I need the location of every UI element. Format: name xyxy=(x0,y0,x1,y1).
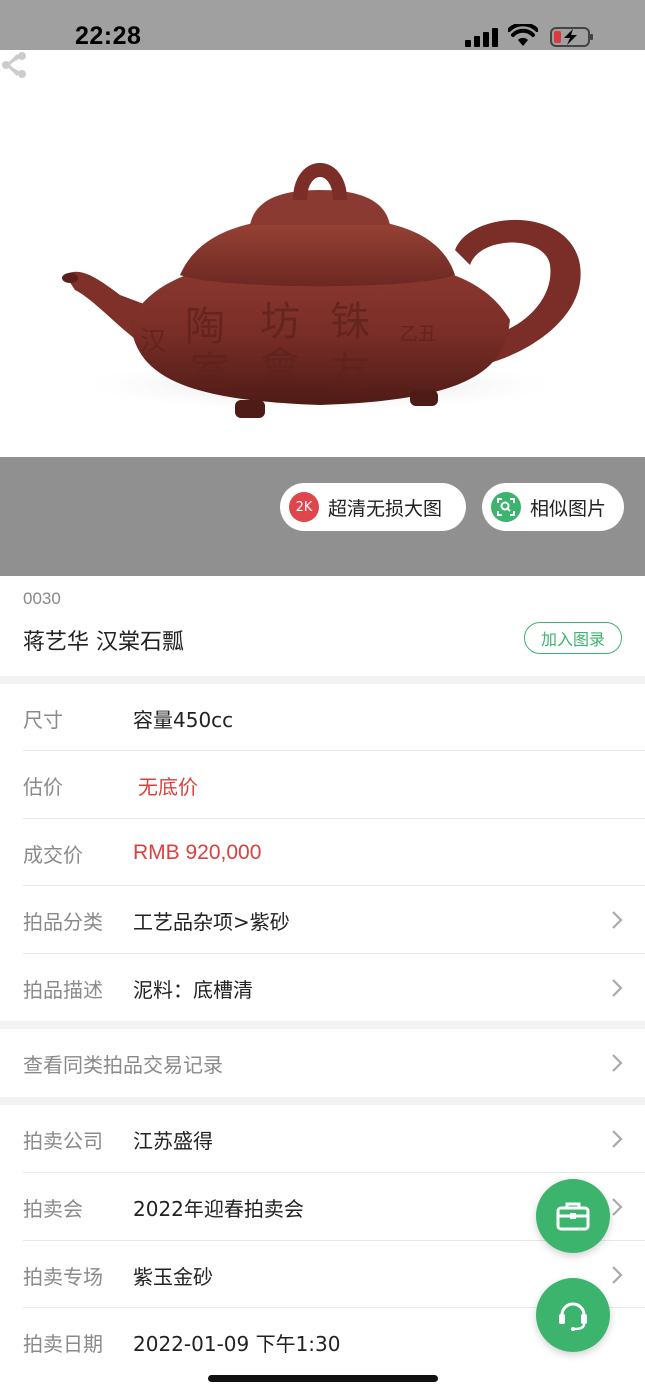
lot-number: 0030 xyxy=(23,589,61,608)
detail-row-category[interactable]: 拍品分类 工艺品杂项>紫砂 xyxy=(0,886,645,954)
auction-company-row[interactable]: 拍卖公司 江苏盛得 xyxy=(0,1105,645,1173)
cellular-signal-icon xyxy=(465,27,499,47)
chevron-right-icon xyxy=(612,1054,623,1072)
detail-row-estimate: 估价 无底价 xyxy=(0,751,645,819)
category-value: 工艺品杂项>紫砂 xyxy=(133,909,290,934)
section-divider xyxy=(0,1097,645,1105)
add-to-catalog-button[interactable]: 加入图录 xyxy=(524,622,622,654)
estimate-value: 无底价 xyxy=(138,774,198,799)
image-search-icon xyxy=(491,492,521,522)
similar-images-button[interactable]: 相似图片 xyxy=(482,483,624,531)
chevron-right-icon xyxy=(612,1266,623,1284)
hd-image-label: 超清无损大图 xyxy=(328,497,443,520)
similar-images-label: 相似图片 xyxy=(530,497,607,520)
category-label: 拍品分类 xyxy=(23,909,103,934)
svg-text:铢: 铢 xyxy=(330,299,370,345)
status-bar: 22:28 xyxy=(0,0,645,50)
customer-service-fab-button[interactable] xyxy=(536,1278,610,1352)
size-value: 容量450cc xyxy=(133,707,234,732)
home-indicator[interactable] xyxy=(208,1375,438,1382)
auction-session-label: 拍卖会 xyxy=(23,1196,83,1221)
hammer-price-value: RMB 920,000 xyxy=(133,841,262,864)
svg-text:室: 室 xyxy=(190,349,230,395)
svg-text:乙丑: 乙丑 xyxy=(400,324,436,345)
description-label: 拍品描述 xyxy=(23,977,103,1002)
auction-company-label: 拍卖公司 xyxy=(23,1128,103,1153)
auction-date-value: 2022-01-09 下午1:30 xyxy=(133,1331,341,1356)
lot-title: 蒋艺华 汉棠石瓢 xyxy=(23,630,184,655)
auction-company-value: 江苏盛得 xyxy=(133,1128,213,1153)
detail-row-description[interactable]: 拍品描述 泥料：底槽清 xyxy=(0,954,645,1022)
svg-text:會: 會 xyxy=(260,344,300,390)
headset-icon xyxy=(559,1302,587,1331)
auction-session-value: 2022年迎春拍卖会 xyxy=(133,1196,304,1221)
briefcase-icon xyxy=(556,1202,590,1231)
hd-image-button[interactable]: 2K 超清无损大图 xyxy=(280,483,466,531)
similar-lots-history-link[interactable]: 查看同类拍品交易记录 xyxy=(0,1029,645,1097)
svg-text:友: 友 xyxy=(330,349,370,395)
wifi-icon xyxy=(508,24,538,46)
section-divider xyxy=(0,1021,645,1029)
teapot-photo-icon: 陶 坊 铢 室 會 友 汉 乙丑 xyxy=(62,163,581,418)
chevron-right-icon xyxy=(612,1130,623,1148)
auction-special-label: 拍卖专场 xyxy=(23,1264,103,1289)
detail-row-size: 尺寸 容量450cc xyxy=(0,684,645,752)
size-label: 尺寸 xyxy=(23,707,63,732)
svg-text:汉: 汉 xyxy=(140,327,166,357)
chevron-right-icon xyxy=(612,911,623,929)
product-image[interactable]: 陶 坊 铢 室 會 友 汉 乙丑 xyxy=(0,50,645,457)
battery-charging-icon xyxy=(550,27,593,47)
chevron-right-icon xyxy=(612,979,623,997)
status-time: 22:28 xyxy=(75,22,142,50)
auction-special-value: 紫玉金砂 xyxy=(133,1264,213,1289)
section-divider xyxy=(0,676,645,684)
svg-text:陶: 陶 xyxy=(185,304,225,350)
svg-text:坊: 坊 xyxy=(260,299,300,345)
estimate-label: 估价 xyxy=(23,774,63,799)
history-link-label: 查看同类拍品交易记录 xyxy=(23,1052,223,1077)
briefcase-fab-button[interactable] xyxy=(536,1179,610,1253)
share-icon[interactable] xyxy=(0,50,30,80)
detail-row-hammer-price: 成交价 RMB 920,000 xyxy=(0,819,645,887)
hammer-price-label: 成交价 xyxy=(23,842,83,867)
description-value: 泥料：底槽清 xyxy=(133,977,253,1002)
2k-badge-icon: 2K xyxy=(289,492,319,522)
auction-date-label: 拍卖日期 xyxy=(23,1331,103,1356)
chevron-right-icon xyxy=(612,1198,623,1216)
